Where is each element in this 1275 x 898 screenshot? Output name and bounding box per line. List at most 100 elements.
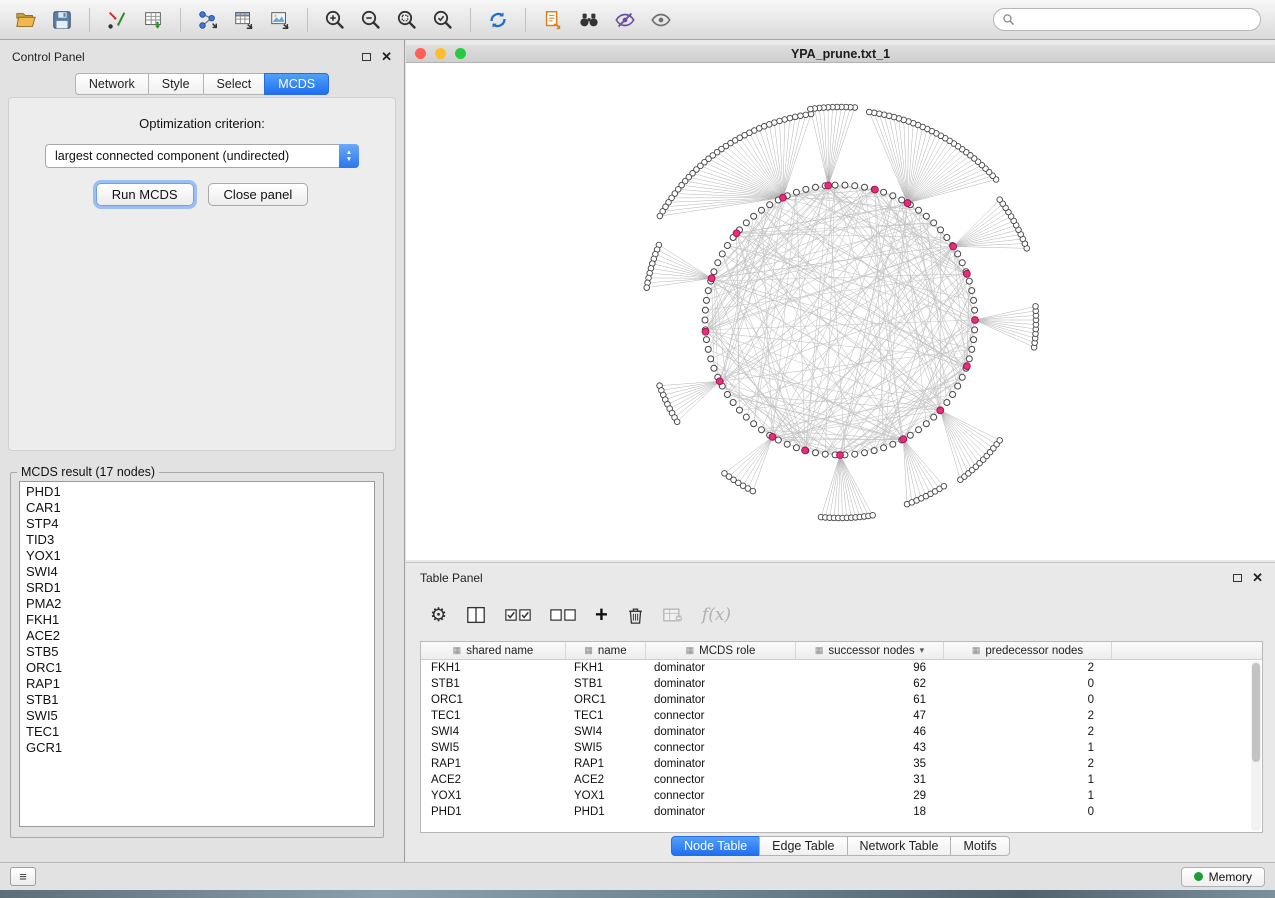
table-row[interactable]: PHD1PHD1dominator180 <box>421 804 1262 820</box>
node-table: ▦shared name▦name▦MCDS role▦successor no… <box>420 641 1263 833</box>
mcds-result-item[interactable]: SWI4 <box>20 564 374 580</box>
optimization-criterion-label: Optimization criterion: <box>9 116 395 131</box>
table-row[interactable]: ORC1ORC1dominator610 <box>421 692 1262 708</box>
hide-selected-button[interactable] <box>608 5 642 35</box>
zoom-selected-button[interactable] <box>426 5 460 35</box>
table-row[interactable]: SWI4SWI4dominator462 <box>421 724 1262 740</box>
mcds-result-item[interactable]: FKH1 <box>20 612 374 628</box>
mcds-result-item[interactable]: PHD1 <box>20 484 374 500</box>
column-type-icon: ▦ <box>686 645 695 656</box>
table-row[interactable]: FKH1FKH1dominator962 <box>421 660 1262 676</box>
delete-column-icon[interactable] <box>627 606 644 625</box>
function-builder-icon: f(x) <box>702 605 731 625</box>
tab-network[interactable]: Network <box>75 73 149 95</box>
search-input[interactable] <box>1021 13 1252 27</box>
tab-edge-table[interactable]: Edge Table <box>759 836 847 856</box>
column-header-name[interactable]: ▦name <box>566 642 646 659</box>
table-cell: SWI5 <box>421 740 566 756</box>
mcds-result-item[interactable]: YOX1 <box>20 548 374 564</box>
mcds-result-item[interactable]: GCR1 <box>20 740 374 756</box>
export-image-button[interactable] <box>263 5 297 35</box>
zoom-out-button[interactable] <box>354 5 388 35</box>
show-all-button[interactable] <box>644 5 678 35</box>
control-panel-title: Control Panel <box>12 50 85 64</box>
mcds-result-item[interactable]: PMA2 <box>20 596 374 612</box>
close-table-panel-icon[interactable]: ✕ <box>1252 573 1263 583</box>
mcds-result-item[interactable]: STB5 <box>20 644 374 660</box>
mcds-result-item[interactable]: TID3 <box>20 532 374 548</box>
mcds-result-item[interactable]: ORC1 <box>20 660 374 676</box>
mcds-result-item[interactable]: CAR1 <box>20 500 374 516</box>
table-cell: SWI5 <box>566 740 646 756</box>
export-table-button[interactable] <box>227 5 261 35</box>
table-cell: 0 <box>944 692 1112 708</box>
table-row[interactable]: TEC1TEC1connector472 <box>421 708 1262 724</box>
mcds-result-item[interactable]: TEC1 <box>20 724 374 740</box>
right-pane: YPA_prune.txt_1 Table Panel ✕ ⚙ <box>406 40 1275 862</box>
table-export-icon <box>233 9 255 31</box>
table-row[interactable]: YOX1YOX1connector291 <box>421 788 1262 804</box>
criterion-dropdown[interactable]: largest connected component (undirected)… <box>45 144 359 168</box>
add-column-icon[interactable]: + <box>595 605 608 625</box>
tab-node-table[interactable]: Node Table <box>671 836 760 856</box>
table-cell: dominator <box>646 724 796 740</box>
mcds-result-list[interactable]: PHD1CAR1STP4TID3YOX1SWI4SRD1PMA2FKH1ACE2… <box>19 481 375 827</box>
save-button[interactable] <box>45 5 79 35</box>
table-header-row: ▦shared name▦name▦MCDS role▦successor no… <box>421 642 1262 660</box>
mcds-result-item[interactable]: STB1 <box>20 692 374 708</box>
menu-icon[interactable]: ≡ <box>10 867 36 886</box>
table-scrollbar-thumb[interactable] <box>1252 663 1260 762</box>
table-cell: PHD1 <box>421 804 566 820</box>
tab-select[interactable]: Select <box>203 73 266 95</box>
table-cell: 0 <box>944 804 1112 820</box>
zoom-fit-button[interactable] <box>390 5 424 35</box>
mcds-result-item[interactable]: ACE2 <box>20 628 374 644</box>
table-row[interactable]: ACE2ACE2connector311 <box>421 772 1262 788</box>
table-row[interactable]: RAP1RAP1dominator352 <box>421 756 1262 772</box>
export-network-button[interactable] <box>191 5 225 35</box>
mcds-result-item[interactable]: RAP1 <box>20 676 374 692</box>
network-window: YPA_prune.txt_1 <box>406 45 1275 560</box>
float-panel-icon[interactable] <box>362 53 371 61</box>
clone-network-button[interactable] <box>536 5 570 35</box>
open-button[interactable] <box>9 5 43 35</box>
table-scrollbar[interactable] <box>1251 661 1261 831</box>
table-cell: 35 <box>796 756 944 772</box>
deselect-all-checkboxes-icon[interactable] <box>550 609 576 621</box>
table-panel-title: Table Panel <box>420 571 483 585</box>
gear-icon[interactable]: ⚙ <box>430 604 447 627</box>
mcds-result-item[interactable]: SWI5 <box>20 708 374 724</box>
tab-mcds[interactable]: MCDS <box>264 73 329 95</box>
table-cell: 96 <box>796 660 944 676</box>
run-mcds-button[interactable]: Run MCDS <box>96 183 194 206</box>
search-network-button[interactable] <box>572 5 606 35</box>
column-header-successor-nodes[interactable]: ▦successor nodes▾ <box>796 642 944 659</box>
tab-style[interactable]: Style <box>148 73 204 95</box>
column-header-shared-name[interactable]: ▦shared name <box>421 642 566 659</box>
close-panel-icon[interactable]: ✕ <box>381 52 392 62</box>
table-cell: 2 <box>944 724 1112 740</box>
select-all-checkboxes-icon[interactable] <box>505 609 531 621</box>
import-file-button[interactable] <box>100 5 134 35</box>
network-export-icon <box>197 9 219 31</box>
table-cell: 2 <box>944 708 1112 724</box>
column-chooser-icon[interactable] <box>466 606 486 624</box>
mcds-result-item[interactable]: STP4 <box>20 516 374 532</box>
tab-motifs[interactable]: Motifs <box>950 836 1009 856</box>
import-table-button[interactable] <box>136 5 170 35</box>
column-header-predecessor-nodes[interactable]: ▦predecessor nodes <box>944 642 1112 659</box>
network-canvas[interactable] <box>406 63 1275 560</box>
table-row[interactable]: SWI5SWI5connector431 <box>421 740 1262 756</box>
memory-button[interactable]: Memory <box>1181 867 1265 887</box>
mcds-result-item[interactable]: SRD1 <box>20 580 374 596</box>
table-tabs: Node TableEdge TableNetwork TableMotifs <box>406 836 1275 856</box>
table-cell: connector <box>646 708 796 724</box>
table-cell: 2 <box>944 756 1112 772</box>
close-panel-button[interactable]: Close panel <box>208 183 309 206</box>
tab-network-table[interactable]: Network Table <box>847 836 952 856</box>
float-table-panel-icon[interactable] <box>1233 574 1242 582</box>
refresh-button[interactable] <box>481 5 515 35</box>
zoom-in-button[interactable] <box>318 5 352 35</box>
column-header-MCDS-role[interactable]: ▦MCDS role <box>646 642 796 659</box>
table-row[interactable]: STB1STB1dominator620 <box>421 676 1262 692</box>
